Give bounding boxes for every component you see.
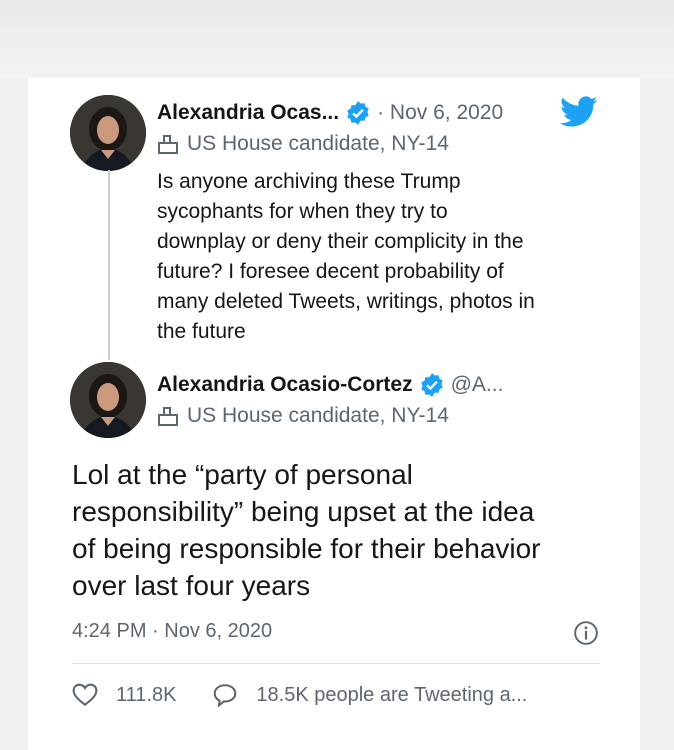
verified-badge-icon: [420, 373, 443, 397]
heart-icon[interactable]: [72, 683, 98, 707]
text-line: of being responsible for their behavior: [72, 533, 541, 564]
speech-bubble-icon[interactable]: [212, 683, 238, 707]
ballot-box-icon: [158, 135, 178, 154]
tweet-timestamp[interactable]: 4:24 PM · Nov 6, 2020: [72, 620, 272, 643]
quoted-tweet-text: Is anyone archiving these Trump sycophan…: [157, 167, 535, 347]
text-line: future? I foresee decent probability of: [157, 260, 504, 283]
text-line: Lol at the “party of personal: [72, 459, 413, 490]
like-count[interactable]: 111.8K: [116, 684, 176, 707]
profile-photo: [70, 95, 146, 171]
text-line: sycophants for when they try to: [157, 200, 448, 223]
main-tweet-subtitle: US House candidate, NY-14: [157, 404, 449, 428]
tweet-date[interactable]: · Nov 6, 2020: [377, 101, 503, 125]
tweeting-count[interactable]: 18.5K people are Tweeting a...: [256, 684, 527, 707]
text-line: the future: [157, 320, 246, 343]
author-name[interactable]: Alexandria Ocas...: [157, 101, 339, 125]
verified-badge-icon: [347, 101, 369, 125]
tweet-actions: 111.8K 18.5K people are Tweeting a...: [72, 683, 527, 707]
text-line: Is anyone archiving these Trump: [157, 170, 461, 193]
text-line: many deleted Tweets, writings, photos in: [157, 290, 535, 313]
ballot-box-icon: [158, 407, 178, 426]
avatar[interactable]: [70, 95, 146, 171]
thread-connector-line: [108, 170, 110, 360]
twitter-bird-icon: [560, 96, 598, 127]
author-handle[interactable]: @A...: [451, 373, 504, 397]
profile-photo: [70, 362, 146, 438]
info-icon[interactable]: [573, 620, 599, 646]
divider: [72, 663, 600, 664]
candidate-label: US House candidate, NY-14: [187, 404, 449, 427]
top-background: [0, 0, 674, 78]
text-line: downplay or deny their complicity in the: [157, 230, 524, 253]
quoted-tweet-subtitle: US House candidate, NY-14: [157, 132, 449, 156]
text-line: over last four years: [72, 570, 311, 601]
main-tweet-text: Lol at the “party of personal responsibi…: [72, 456, 541, 604]
text-line: responsibility” being upset at the idea: [72, 496, 535, 527]
quoted-tweet-header: Alexandria Ocas... · Nov 6, 2020: [157, 100, 503, 126]
main-tweet-header: Alexandria Ocasio-Cortez @A...: [157, 372, 503, 398]
avatar[interactable]: [70, 362, 146, 438]
author-name[interactable]: Alexandria Ocasio-Cortez: [157, 373, 413, 397]
candidate-label: US House candidate, NY-14: [187, 132, 449, 155]
